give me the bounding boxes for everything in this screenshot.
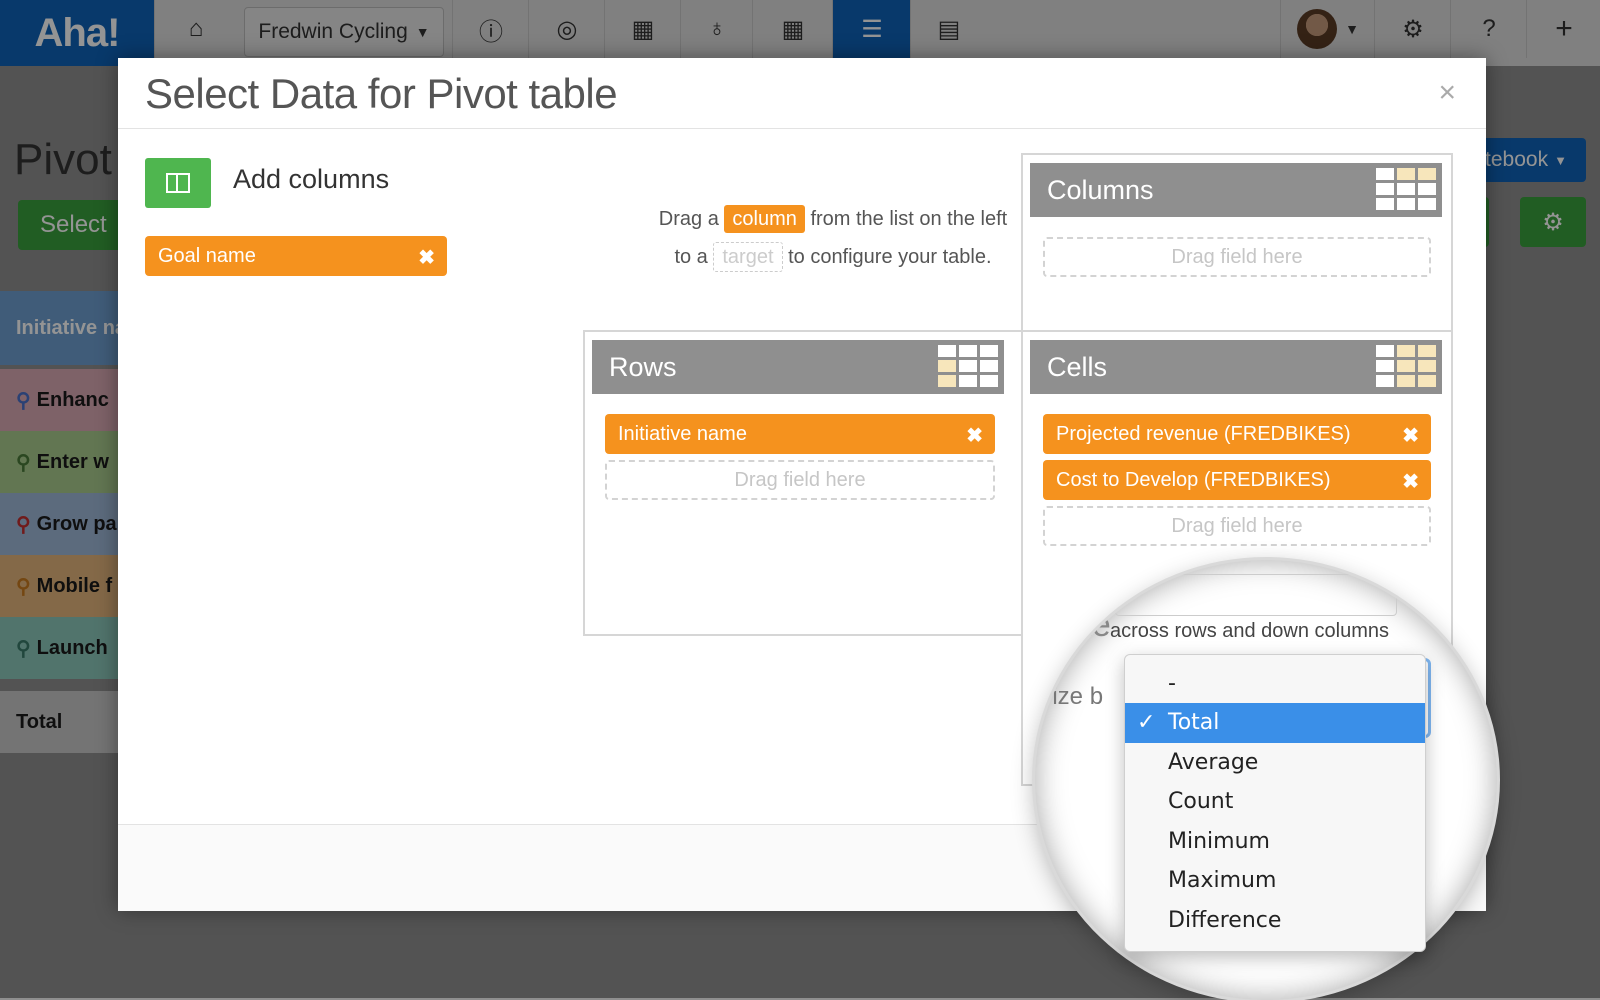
option-label: Minimum — [1168, 828, 1270, 854]
option-label: Total — [1168, 710, 1220, 735]
option-label: Average — [1168, 749, 1259, 775]
remove-icon[interactable]: ✖ — [418, 245, 435, 270]
dropdown-option-minimum[interactable]: Minimum — [1125, 821, 1425, 861]
column-highlight: column — [724, 205, 805, 233]
add-columns-label: Add columns — [233, 164, 390, 194]
remove-icon[interactable]: ✖ — [1402, 423, 1419, 448]
option-label: Count — [1168, 789, 1234, 814]
rows-layout-icon — [938, 345, 998, 387]
remove-icon[interactable]: ✖ — [1402, 469, 1419, 494]
field-label: Cost to Develop (FREDBIKES) — [1056, 468, 1331, 491]
field-chip-cost-to-develop[interactable]: Cost to Develop (FREDBIKES) ✖ — [1043, 460, 1431, 500]
instructions-line-1: Drag a column from the list on the left — [573, 205, 1093, 233]
dropdown-option-total[interactable]: ✓ Total — [1125, 702, 1425, 743]
remove-icon[interactable]: ✖ — [966, 423, 983, 448]
cells-layout-icon — [1376, 345, 1436, 387]
field-label: Projected revenue (FREDBIKES) — [1056, 422, 1351, 445]
columns-icon — [145, 158, 211, 208]
within-select[interactable] — [1115, 574, 1397, 616]
field-chip-projected-revenue[interactable]: Projected revenue (FREDBIKES) ✖ — [1043, 414, 1431, 454]
cells-zone-header: Cells — [1030, 340, 1442, 394]
rows-dropzone[interactable]: Drag field here — [605, 460, 995, 500]
dropdown-option-none[interactable]: - — [1125, 663, 1425, 703]
cells-label-fragment: C — [1035, 652, 1050, 683]
columns-zone: Columns Drag field here — [1021, 153, 1453, 333]
field-chip-initiative-name[interactable]: Initiative name ✖ — [605, 414, 995, 454]
modal-header: Select Data for Pivot table × — [118, 58, 1486, 129]
target-highlight: target — [713, 242, 783, 272]
summarize-dropdown-menu: - ✓ Total Average Count Minimum Maximum Differe… — [1124, 654, 1426, 952]
modal-title: Select Data for Pivot table — [145, 70, 618, 117]
dropdown-option-difference[interactable]: Difference — [1125, 900, 1425, 940]
option-label: Difference — [1168, 907, 1282, 933]
close-icon[interactable]: × — [1438, 76, 1456, 110]
dropdown-option-maximum[interactable]: Maximum — [1125, 861, 1425, 901]
columns-dropzone[interactable]: Drag field here — [1043, 237, 1431, 277]
field-label: Goal name — [158, 244, 256, 267]
columns-layout-icon — [1376, 168, 1436, 210]
rows-zone-header: Rows — [592, 340, 1004, 394]
field-label: Initiative name — [618, 422, 747, 445]
option-label: Maximum — [1168, 868, 1277, 893]
summarize-by-label: arize b — [1035, 683, 1104, 710]
across-rows-label: across rows and down columns — [1110, 620, 1390, 642]
calculate-label-fragment: .te — [1073, 606, 1111, 644]
cells-dropzone[interactable]: Drag field here — [1043, 506, 1431, 546]
checkmark-icon: ✓ — [1137, 710, 1156, 735]
field-chip-goal-name[interactable]: Goal name ✖ — [145, 236, 447, 276]
rows-zone: Rows Initiative name ✖ Drag field here — [583, 330, 1023, 636]
option-label: - — [1168, 670, 1176, 696]
dropdown-option-average[interactable]: Average — [1125, 742, 1425, 782]
dropdown-option-count[interactable]: Count — [1125, 782, 1425, 822]
columns-zone-header: Columns — [1030, 163, 1442, 217]
instructions-line-2: to a target to configure your table. — [573, 242, 1093, 272]
